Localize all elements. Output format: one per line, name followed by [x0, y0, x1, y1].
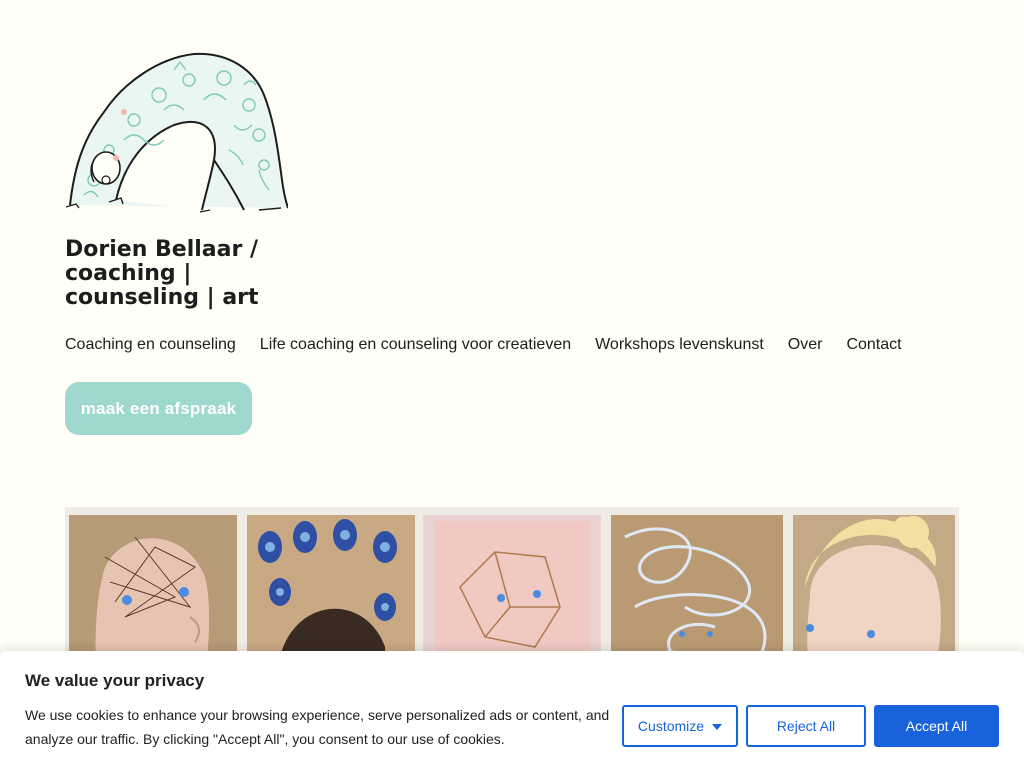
nav-item-coaching-en-counseling[interactable]: Coaching en counseling	[65, 336, 236, 354]
cookie-consent-banner: We value your privacy We use cookies to …	[0, 651, 1024, 768]
nav-item-workshops-levenskunst[interactable]: Workshops levenskunst	[595, 336, 764, 354]
make-appointment-button[interactable]: maak een afspraak	[65, 382, 252, 435]
cookie-banner-title: We value your privacy	[25, 671, 205, 690]
nav-item-over[interactable]: Over	[788, 336, 823, 354]
caret-down-icon	[712, 724, 723, 730]
site-title[interactable]: Dorien Bellaar / coaching | counseling |…	[65, 238, 295, 310]
site-logo[interactable]	[64, 50, 289, 215]
reject-all-button[interactable]: Reject All	[746, 705, 866, 747]
cookie-banner-description: We use cookies to enhance your browsing …	[25, 707, 610, 747]
nav-item-contact[interactable]: Contact	[846, 336, 901, 354]
customize-button-label: Customize	[637, 718, 705, 734]
main-navigation: Coaching en counseling Life coaching en …	[65, 336, 902, 354]
nav-item-life-coaching-creatieven[interactable]: Life coaching en counseling voor creatie…	[260, 336, 571, 354]
accept-all-button[interactable]: Accept All	[874, 705, 999, 747]
customize-button[interactable]: Customize	[622, 705, 738, 747]
